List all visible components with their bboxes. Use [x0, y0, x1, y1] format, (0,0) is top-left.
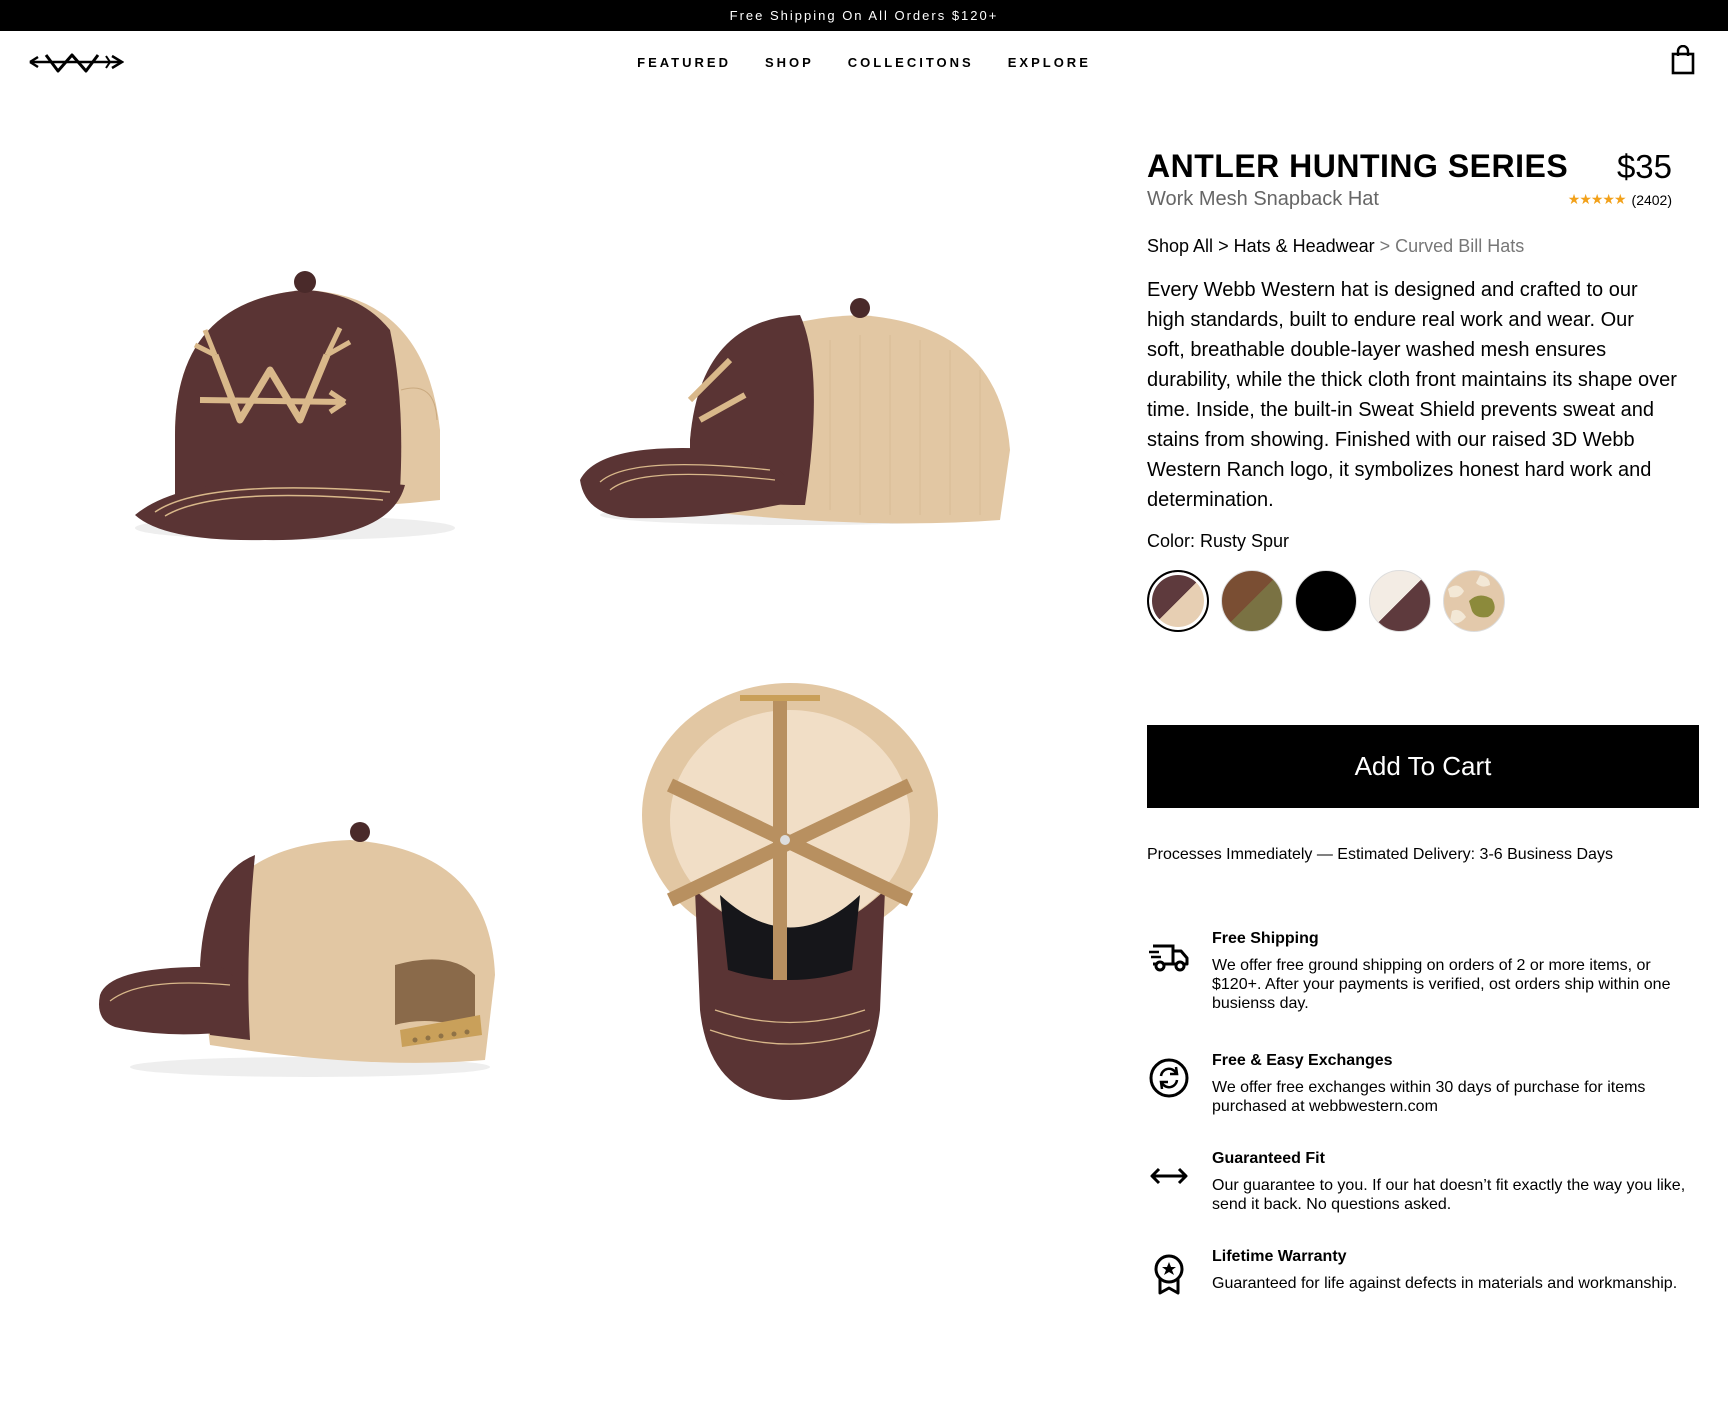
award-ribbon-icon	[1154, 1254, 1184, 1295]
star-rating-icon: ★★★★★	[1567, 191, 1627, 207]
hat-back-image	[99, 822, 495, 1077]
product-info: ANTLER HUNTING SERIES $35 Work Mesh Snap…	[1147, 148, 1700, 632]
nav-featured[interactable]: FEATURED	[637, 55, 731, 70]
hat-side-image	[580, 298, 1010, 525]
subtitle-row: Work Mesh Snapback Hat ★★★★★ (2402)	[1147, 188, 1700, 211]
product-image-side[interactable]	[555, 225, 1025, 605]
breadcrumb-separator: >	[1213, 236, 1234, 256]
delivery-truck-icon	[1149, 944, 1189, 972]
feature-text: Guaranteed Fit Our guarantee to you. If …	[1212, 1150, 1700, 1214]
delivery-estimate: Processes Immediately — Estimated Delive…	[1147, 846, 1613, 863]
swatch-black[interactable]	[1295, 570, 1357, 632]
product-image-back-quarter[interactable]	[60, 760, 530, 1140]
main-nav: FEATURED SHOP COLLECITONS EXPLORE	[0, 31, 1728, 93]
nav-collections[interactable]: COLLECITONS	[848, 55, 974, 70]
product-subtitle: Work Mesh Snapback Hat	[1147, 188, 1379, 210]
product-title: ANTLER HUNTING SERIES	[1147, 148, 1569, 184]
feature-title: Free Shipping	[1212, 930, 1319, 947]
breadcrumb-separator: >	[1374, 236, 1396, 256]
feature-title: Lifetime Warranty	[1212, 1248, 1347, 1265]
title-row: ANTLER HUNTING SERIES $35	[1147, 148, 1700, 186]
swatch-cream-brown[interactable]	[1369, 570, 1431, 632]
product-rating[interactable]: ★★★★★ (2402)	[1568, 191, 1672, 208]
breadcrumb-hats-headwear[interactable]: Hats & Headwear	[1234, 236, 1375, 256]
product-description: Every Webb Western hat is designed and c…	[1147, 279, 1677, 511]
add-to-cart-button[interactable]: Add To Cart	[1147, 725, 1699, 808]
exchange-cycle-icon	[1149, 1058, 1189, 1098]
product-image-inside[interactable]	[555, 683, 1025, 1100]
breadcrumb-shop-all[interactable]: Shop All	[1147, 236, 1213, 256]
swatch-camo[interactable]	[1443, 570, 1505, 632]
review-count: (2402)	[1631, 191, 1672, 208]
feature-title: Free & Easy Exchanges	[1212, 1052, 1393, 1069]
site-header: FEATURED SHOP COLLECITONS EXPLORE	[0, 31, 1728, 93]
breadcrumb-current: Curved Bill Hats	[1395, 236, 1525, 256]
feature-description: We offer free ground shipping on orders …	[1212, 957, 1671, 1012]
product-price: $35	[1616, 148, 1672, 185]
feature-description: Guaranteed for life against defects in m…	[1212, 1275, 1678, 1292]
swatch-brown-olive[interactable]	[1221, 570, 1283, 632]
swatch-rusty-spur[interactable]	[1147, 570, 1209, 632]
hat-inside-image	[642, 683, 938, 1100]
feature-text: Free Shipping We offer free ground shipp…	[1212, 930, 1700, 1013]
shopping-bag-icon[interactable]	[1670, 45, 1696, 75]
camo-pattern-icon	[1448, 575, 1495, 624]
color-label: Color: Rusty Spur	[1147, 531, 1290, 551]
announcement-bar: Free Shipping On All Orders $120+	[0, 0, 1728, 31]
nav-shop[interactable]: SHOP	[765, 55, 814, 70]
breadcrumb: Shop All > Hats & Headwear > Curved Bill…	[1147, 236, 1700, 257]
announcement-text: Free Shipping On All Orders $120+	[729, 8, 999, 23]
nav-explore[interactable]: EXPLORE	[1008, 55, 1091, 70]
color-swatches	[1147, 570, 1700, 632]
product-image-front-quarter[interactable]	[60, 225, 530, 605]
feature-description: Our guarantee to you. If our hat doesn’t…	[1212, 1177, 1686, 1213]
hat-front-image	[135, 271, 455, 541]
feature-text: Lifetime Warranty Guaranteed for life ag…	[1212, 1248, 1700, 1293]
feature-description: We offer free exchanges within 30 days o…	[1212, 1079, 1646, 1115]
feature-title: Guaranteed Fit	[1212, 1150, 1325, 1167]
double-arrow-icon	[1150, 1167, 1188, 1185]
feature-text: Free & Easy Exchanges We offer free exch…	[1212, 1052, 1700, 1116]
